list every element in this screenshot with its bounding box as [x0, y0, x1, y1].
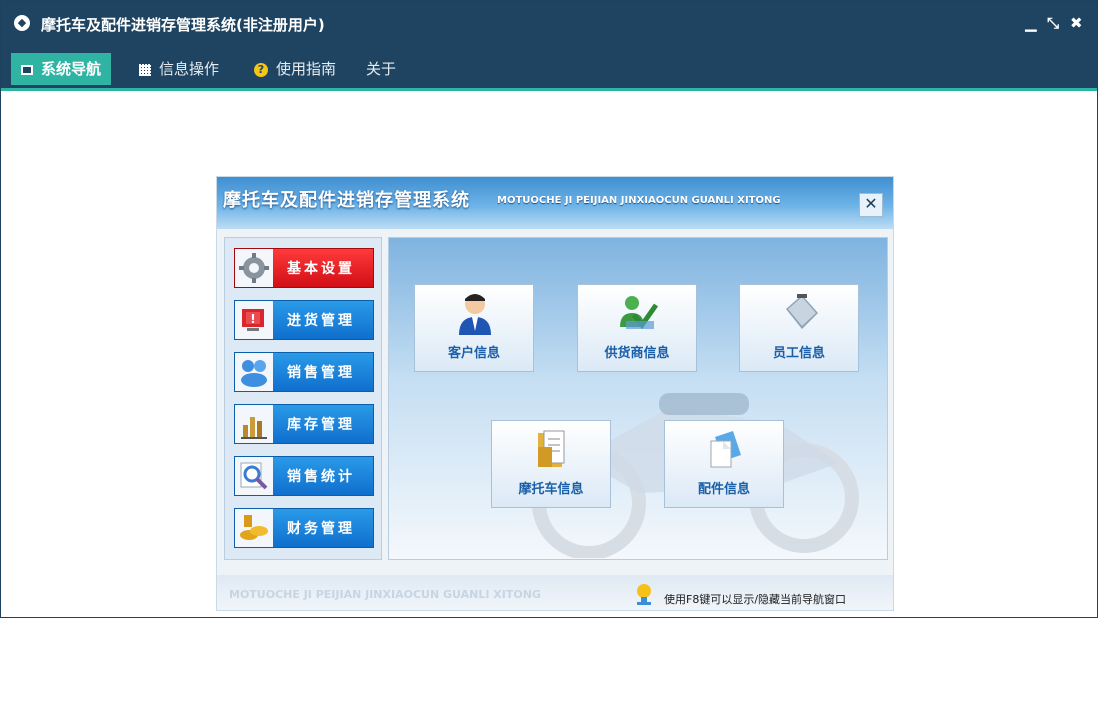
nav-title: 摩托车及配件进销存管理系统 [223, 190, 470, 211]
customer-icon [459, 294, 491, 335]
tile-supplier-info[interactable]: 供货商信息 [577, 284, 697, 372]
side-button-sales-stats[interactable]: 销售统计 [234, 456, 374, 496]
tile-employee-info[interactable]: 员工信息 [739, 284, 859, 372]
tab-user-guide[interactable]: ? 使用指南 [254, 53, 336, 85]
tile-label: 员工信息 [772, 346, 825, 361]
tile-label: 供货商信息 [604, 346, 670, 361]
side-button-label: 基本设置 [287, 261, 355, 277]
side-button-purchase[interactable]: ! 进货管理 [234, 300, 374, 340]
minimize-button[interactable]: ▁ [1025, 13, 1037, 33]
tile-customer-info[interactable]: 客户信息 [414, 284, 534, 372]
employee-icon [786, 294, 818, 329]
window-title: 摩托车及配件进销存管理系统(非注册用户) [41, 16, 325, 34]
folder-icon [538, 430, 565, 467]
app-logo-icon: ◆ [14, 15, 30, 31]
documents-icon [710, 431, 741, 468]
nav-close-button[interactable]: ✕ [859, 193, 883, 217]
close-button[interactable]: ✖ [1070, 13, 1083, 33]
title-bar: ◆ 摩托车及配件进销存管理系统(非注册用户) ▁ ⤡ ✖ [1, 1, 1097, 45]
main-tiles-area: 客户信息 供货商信息 员工信息 摩托车信息 配件信息 [388, 237, 888, 560]
tab-label: 信息操作 [159, 60, 220, 78]
side-button-label: 进货管理 [287, 313, 355, 329]
nav-footer: MOTUOCHE JI PEIJIAN JINXIAOCUN GUANLI XI… [217, 575, 893, 610]
side-button-label: 销售管理 [287, 365, 355, 381]
restore-button[interactable]: ⤡ [1047, 13, 1059, 33]
users-icon [235, 353, 273, 391]
supplier-icon [620, 296, 658, 330]
tab-label: 使用指南 [276, 60, 337, 78]
nav-header: 摩托车及配件进销存管理系统 MOTUOCHE JI PEIJIAN JINXIA… [217, 177, 893, 229]
tile-label: 客户信息 [447, 346, 500, 361]
monitor-alert-icon: ! [235, 301, 273, 339]
coins-icon [235, 509, 273, 547]
side-menu: 基本设置 ! 进货管理 销售管理 库存管理 销售统计 财务管理 [224, 237, 382, 560]
side-button-inventory[interactable]: 库存管理 [234, 404, 374, 444]
tab-info-operations[interactable]: 信息操作 [139, 53, 219, 85]
menu-bar: 系统导航 信息操作 ? 使用指南 关于 [1, 45, 1097, 91]
main-window: ◆ 摩托车及配件进销存管理系统(非注册用户) ▁ ⤡ ✖ 系统导航 信息操作 ?… [0, 0, 1098, 618]
tile-label: 摩托车信息 [518, 482, 584, 497]
footer-watermark: MOTUOCHE JI PEIJIAN JINXIAOCUN GUANLI XI… [229, 588, 541, 601]
navigation-panel: 摩托车及配件进销存管理系统 MOTUOCHE JI PEIJIAN JINXIA… [216, 176, 894, 611]
footer-tip: 使用F8键可以显示/隐藏当前导航窗口 [664, 593, 847, 606]
tab-system-navigation[interactable]: 系统导航 [11, 53, 112, 85]
tab-label: 系统导航 [41, 60, 102, 78]
magnifier-icon [235, 457, 273, 495]
side-button-label: 财务管理 [287, 521, 355, 537]
grid-icon [139, 63, 151, 76]
help-icon: ? [254, 62, 268, 77]
tile-label: 配件信息 [697, 482, 750, 497]
tile-parts-info[interactable]: 配件信息 [664, 420, 784, 508]
side-button-finance[interactable]: 财务管理 [234, 508, 374, 548]
gear-icon [235, 249, 273, 287]
lightbulb-icon [637, 584, 651, 605]
side-button-sales[interactable]: 销售管理 [234, 352, 374, 392]
screen-icon [21, 64, 33, 75]
svg-text:!: ! [250, 312, 255, 326]
side-button-label: 销售统计 [287, 469, 355, 485]
side-button-label: 库存管理 [287, 417, 355, 433]
tile-motorcycle-info[interactable]: 摩托车信息 [491, 420, 611, 508]
stock-chart-icon [235, 405, 273, 443]
side-button-basic-settings[interactable]: 基本设置 [234, 248, 374, 288]
tab-label: 关于 [366, 60, 397, 78]
tab-about[interactable]: 关于 [366, 53, 396, 85]
nav-subtitle: MOTUOCHE JI PEIJIAN JINXIAOCUN GUANLI XI… [497, 195, 781, 206]
